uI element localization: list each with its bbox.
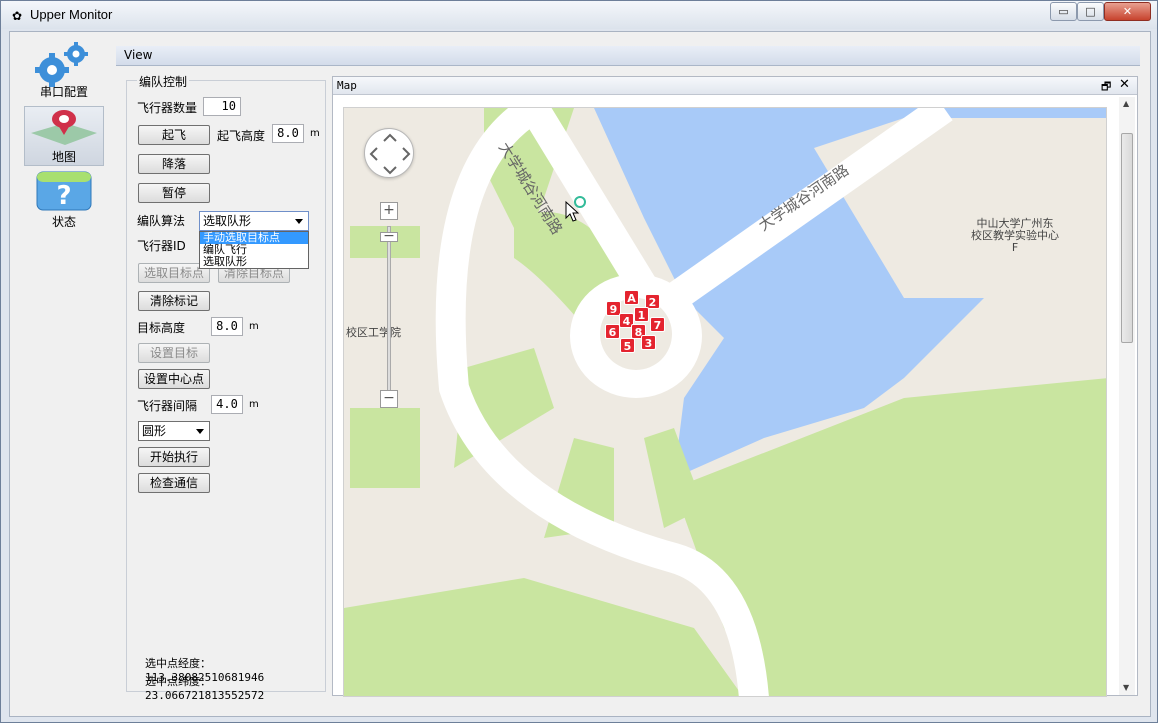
takeoff-button[interactable]: 起飞 [138,125,210,145]
takeoff-height-label: 起飞高度 [217,129,266,143]
drone-marker[interactable]: 1 [634,307,649,322]
drone-marker[interactable]: 3 [641,335,656,350]
set-target-button[interactable]: 设置目标 [138,343,210,363]
zoom-in-button[interactable]: + [380,202,398,220]
start-button[interactable]: 开始执行 [138,447,210,467]
sidebar-item-label: 地图 [51,150,76,164]
map-scrollbar[interactable]: ▲ ▼ [1119,97,1135,695]
window-title: Upper Monitor [30,7,113,22]
view-header: View [116,46,1140,66]
map-header: Map 🗗 ✕ [333,77,1137,95]
algorithm-select[interactable]: 选取队形 [199,211,309,231]
takeoff-height-input[interactable]: 8.0 [272,124,304,143]
algorithm-selected: 选取队形 [203,214,252,228]
map-tiles [344,108,1106,696]
sidebar-item-map[interactable]: 地图 [24,106,104,166]
question-icon: ? [36,171,92,211]
drone-marker[interactable]: 6 [605,324,620,339]
lat-value: 23.066721813552572 [145,689,265,702]
algorithm-dropdown: 手动选取目标点 编队飞行 选取队形 [199,231,309,269]
spacing-input[interactable]: 4.0 [211,395,243,414]
target-height-label: 目标高度 [137,321,186,335]
client-area: 串口配置 地图 ? 状态 View 编队控制 飞行器数量 10 起飞 起飞高度 … [9,31,1151,717]
pause-button[interactable]: 暂停 [138,183,210,203]
shape-select[interactable]: 圆形 [138,421,210,441]
dropdown-option[interactable]: 选取队形 [200,256,308,268]
sidebar-item-label: 串口配置 [39,85,88,99]
scroll-up-icon[interactable]: ▲ [1123,99,1129,108]
place-label-line: 校区教学实验中心F [971,229,1059,254]
drone-marker[interactable]: 7 [650,317,665,332]
lon-label: 选中点经度： [145,657,211,670]
float-icon[interactable]: 🗗 [1101,78,1111,97]
close-button[interactable]: ✕ [1104,2,1151,21]
minimize-button[interactable]: ▭ [1050,2,1077,21]
zoom-slider[interactable] [387,226,391,400]
svg-text:?: ? [56,181,71,211]
latitude-readout: 选中点纬度：23.066721813552572 [145,673,325,702]
map-title: Map [337,79,357,92]
drone-marker[interactable]: 5 [620,338,635,353]
target-height-input[interactable]: 8.0 [211,317,243,336]
check-comm-button[interactable]: 检查通信 [138,473,210,493]
unit-label: m [249,321,259,332]
sidebar-item-label: 状态 [51,215,76,229]
aircraft-count-label: 飞行器数量 [137,101,198,115]
drone-marker[interactable]: A [624,290,639,305]
formation-control-group: 编队控制 飞行器数量 10 起飞 起飞高度 8.0 m 降落 暂停 编队算法 选… [126,73,326,702]
zoom-handle[interactable]: − [380,229,398,243]
aircraft-id-label: 飞行器ID [137,239,186,253]
sidebar-item-serial-config[interactable]: 串口配置 [24,40,104,100]
chevron-down-icon [295,219,303,224]
title-bar[interactable]: ✿ Upper Monitor ▭ □ ✕ [1,1,1157,29]
maximize-button[interactable]: □ [1077,2,1104,21]
map-dock: Map 🗗 ✕ 大学城谷河南路 大学城谷河南路 中山大学广州东 校区教学实验中心… [332,76,1138,697]
shape-selected: 圆形 [142,424,167,438]
unit-label: m [310,128,320,139]
lat-label: 选中点纬度： [145,675,211,688]
group-title: 编队控制 [137,73,190,90]
scroll-down-icon[interactable]: ▼ [1123,683,1129,692]
chevron-down-icon [196,429,204,434]
sidebar-item-status[interactable]: ? 状态 [24,170,104,230]
app-icon: ✿ [11,9,23,23]
sidebar: 串口配置 地图 ? 状态 [22,40,106,230]
place-label: 中山大学广州东 校区教学实验中心F [970,218,1060,254]
view-title: View [124,48,153,62]
map-canvas[interactable]: 大学城谷河南路 大学城谷河南路 中山大学广州东 校区教学实验中心F 校区工学院 … [343,107,1107,697]
cursor-icon [565,196,586,222]
spacing-label: 飞行器间隔 [137,399,198,413]
pan-arrows-icon [369,133,411,175]
app-window: ✿ Upper Monitor ▭ □ ✕ 串口配置 地图 ? 状态 View … [0,0,1158,723]
aircraft-count-input[interactable]: 10 [203,97,241,116]
pan-control[interactable] [364,128,414,178]
zoom-out-button[interactable]: − [380,390,398,408]
unit-label: m [249,399,259,410]
algorithm-label: 编队算法 [137,214,186,228]
land-button[interactable]: 降落 [138,154,210,174]
map-close-icon[interactable]: ✕ [1119,77,1130,92]
place-label: 校区工学院 [346,326,401,339]
scroll-thumb[interactable] [1121,133,1133,343]
map-pin-icon [31,110,97,145]
set-center-button[interactable]: 设置中心点 [138,369,210,389]
clear-marks-button[interactable]: 清除标记 [138,291,210,311]
